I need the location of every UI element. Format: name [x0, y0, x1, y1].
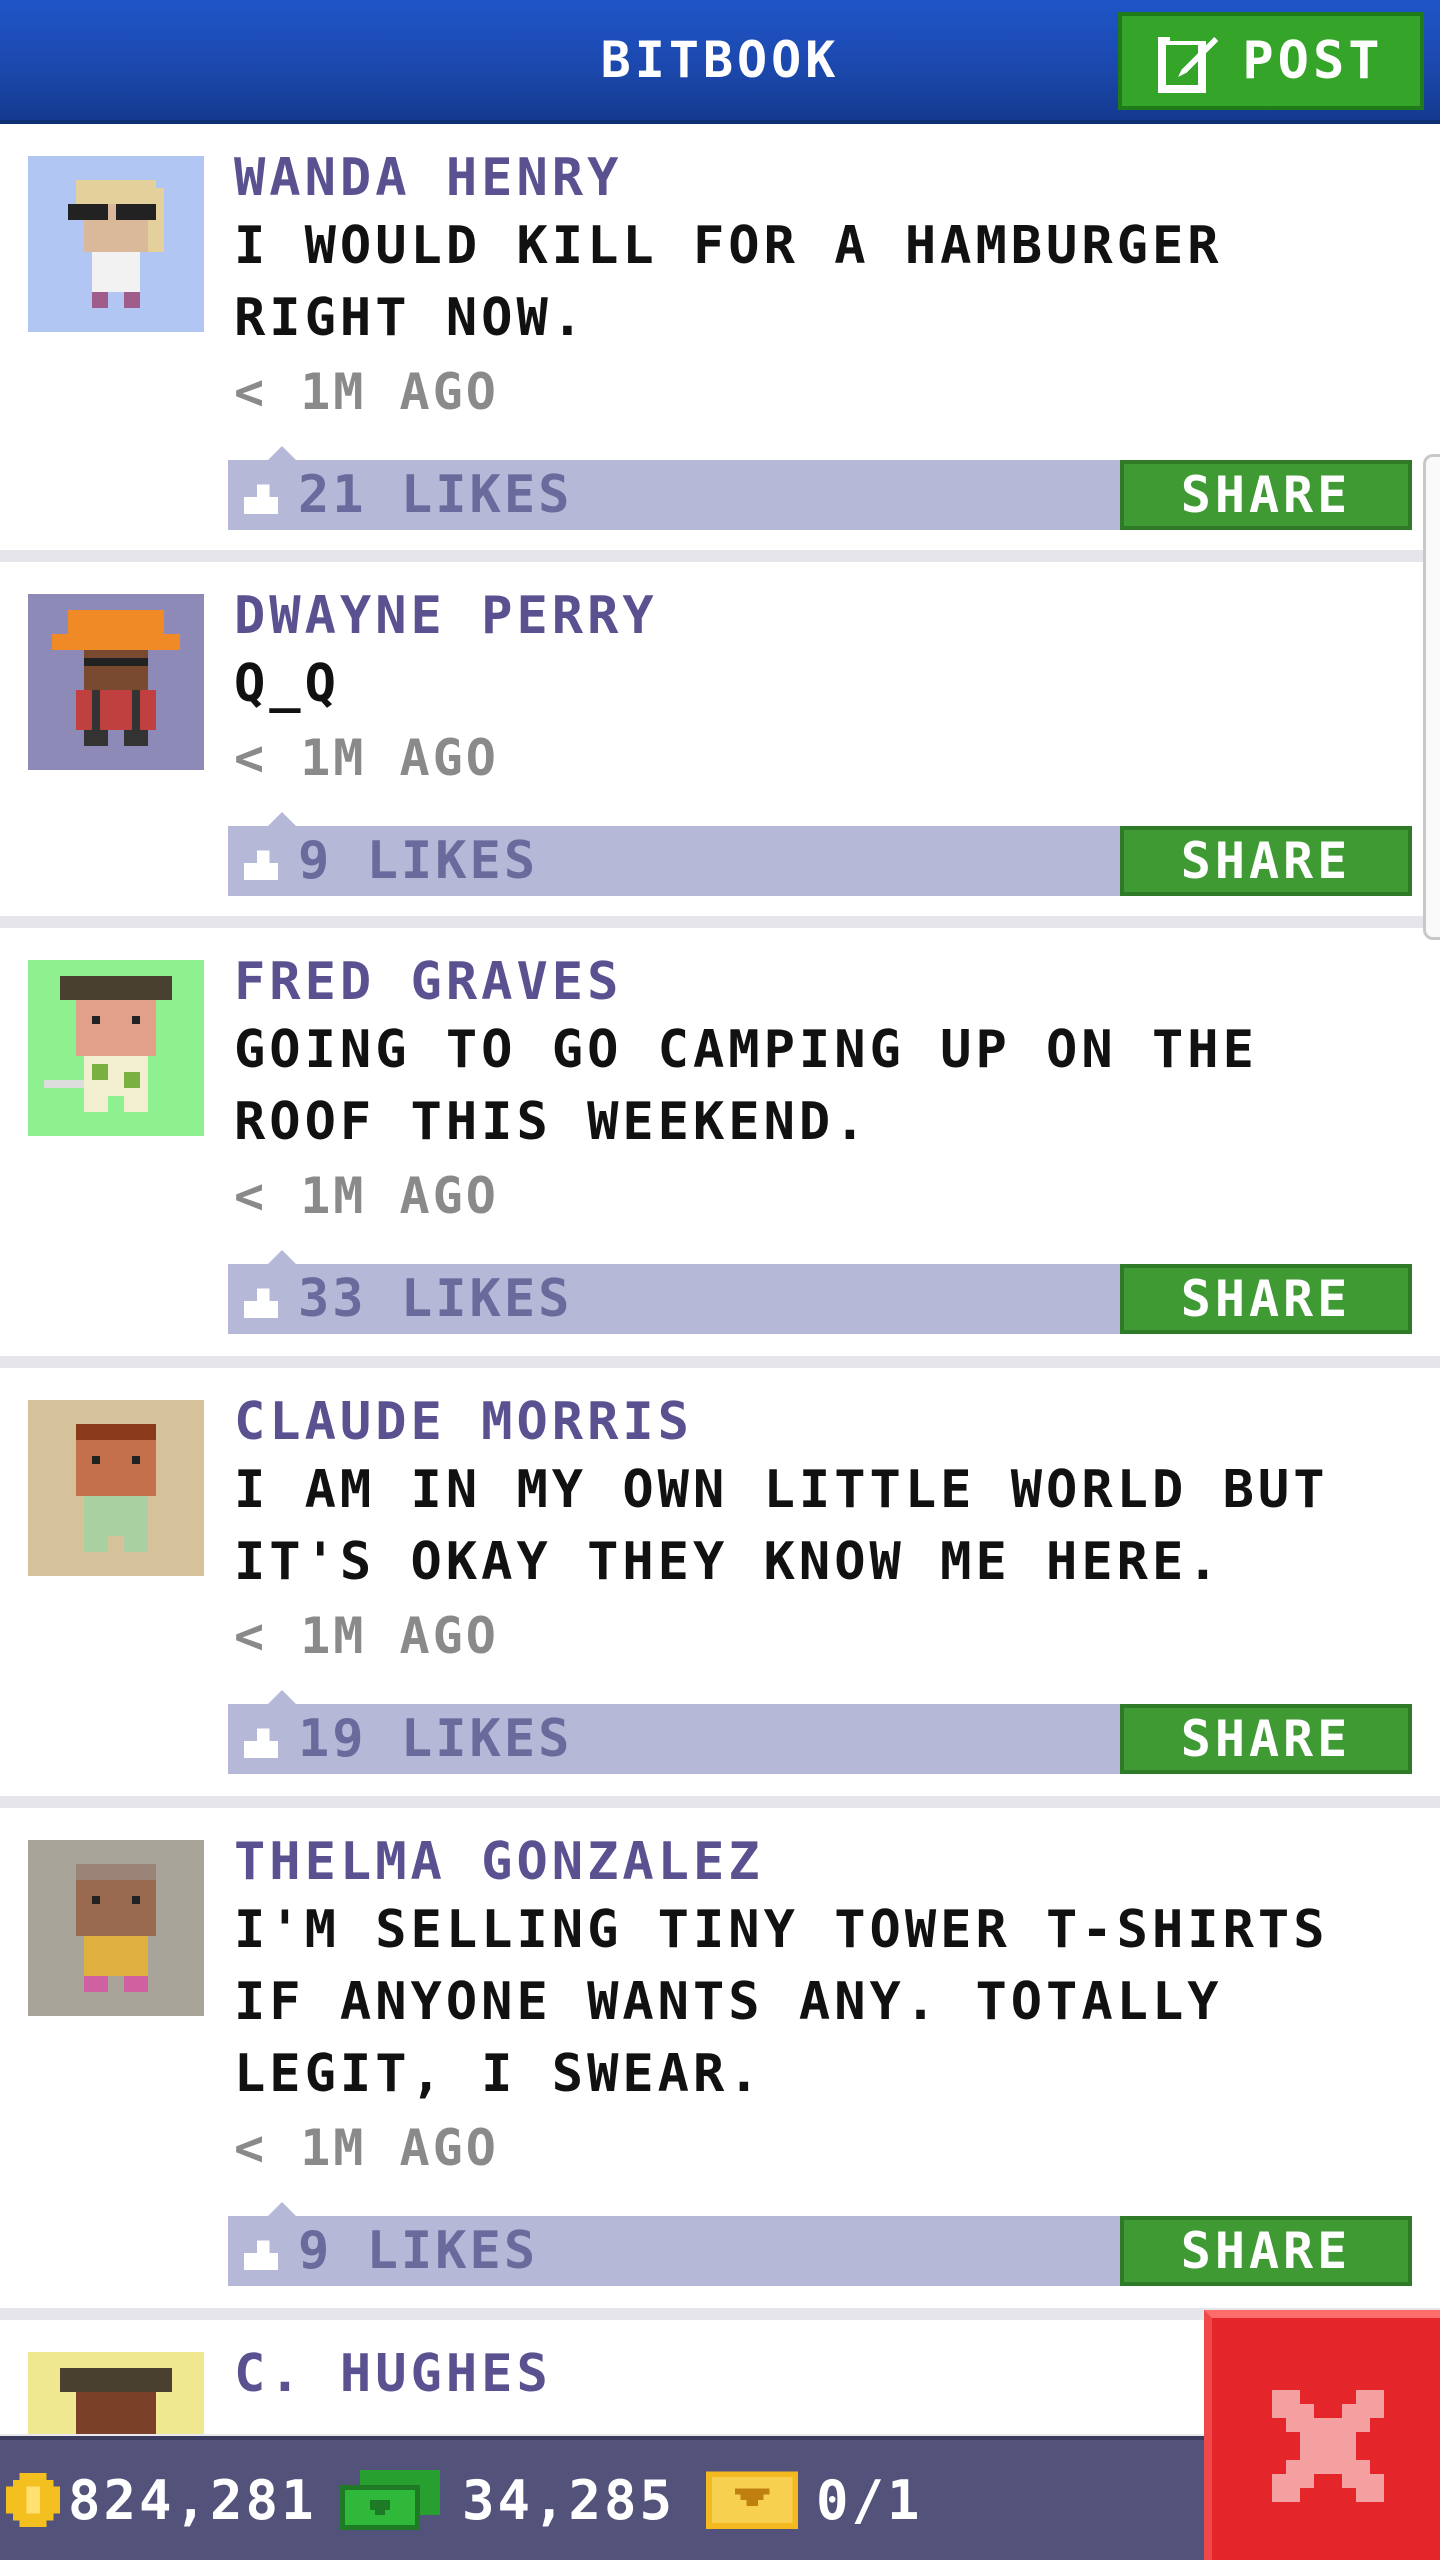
like-bar: 33 LIKES SHARE: [228, 1250, 1412, 1334]
post-button-label: POST: [1242, 31, 1384, 91]
post-message: I WOULD KILL FOR A HAMBURGER RIGHT NOW.: [234, 216, 1223, 348]
avatar: [28, 156, 204, 332]
like-count: 9 LIKES: [298, 2221, 539, 2281]
post-message: Q_Q: [234, 654, 340, 714]
like-bar: 9 LIKES SHARE: [228, 812, 1412, 896]
post-author: THELMA GONZALEZ: [234, 1832, 764, 1892]
post-author: DWAYNE PERRY: [234, 586, 658, 646]
bux-count: 34,285: [462, 2468, 676, 2532]
ticket-balance: 0/1: [706, 2440, 923, 2560]
thumb-up-icon[interactable]: [244, 480, 278, 514]
post-time: < 1M AGO: [234, 1167, 499, 1225]
like-count: 9 LIKES: [298, 831, 539, 891]
vip-ticket-icon: [706, 2471, 798, 2529]
like-bar: 19 LIKES SHARE: [228, 1690, 1412, 1774]
close-button[interactable]: [1204, 2310, 1440, 2560]
thumb-up-icon[interactable]: [244, 846, 278, 880]
share-button[interactable]: SHARE: [1120, 1704, 1412, 1774]
feed-post: DWAYNE PERRY Q_Q < 1M AGO 9 LIKES SHARE: [0, 562, 1440, 928]
feed-post: THELMA GONZALEZ I'M SELLING TINY TOWER T…: [0, 1808, 1440, 2320]
like-count: 33 LIKES: [298, 1269, 573, 1329]
post-time: < 1M AGO: [234, 729, 499, 787]
feed-list[interactable]: WANDA HENRY I WOULD KILL FOR A HAMBURGER…: [0, 124, 1440, 2434]
edit-icon: [1158, 33, 1219, 93]
share-button[interactable]: SHARE: [1120, 2216, 1412, 2286]
post-author: FRED GRAVES: [234, 952, 623, 1012]
ticket-count: 0/1: [816, 2468, 923, 2532]
avatar: [28, 1840, 204, 2016]
avatar: [28, 1400, 204, 1576]
post-message: I'M SELLING TINY TOWER T-SHIRTS IF ANYON…: [234, 1900, 1329, 2104]
feed-post: WANDA HENRY I WOULD KILL FOR A HAMBURGER…: [0, 124, 1440, 562]
post-message: GOING TO GO CAMPING UP ON THE ROOF THIS …: [234, 1020, 1258, 1152]
like-count: 21 LIKES: [298, 465, 573, 525]
thumb-up-icon[interactable]: [244, 1284, 278, 1318]
feed-post: FRED GRAVES GOING TO GO CAMPING UP ON TH…: [0, 928, 1440, 1368]
post-time: < 1M AGO: [234, 2119, 499, 2177]
bux-icon: [340, 2470, 440, 2530]
share-button[interactable]: SHARE: [1120, 826, 1412, 896]
bux-balance: 34,285: [340, 2440, 675, 2560]
like-count: 19 LIKES: [298, 1709, 573, 1769]
share-button[interactable]: SHARE: [1120, 460, 1412, 530]
thumb-up-icon[interactable]: [244, 2236, 278, 2270]
like-bar: 21 LIKES SHARE: [228, 446, 1412, 530]
share-button[interactable]: SHARE: [1120, 1264, 1412, 1334]
post-author: WANDA HENRY: [234, 148, 623, 208]
avatar: [28, 2352, 204, 2434]
coin-balance: 824,281: [6, 2440, 317, 2560]
scroll-indicator[interactable]: [1423, 454, 1440, 940]
post-button[interactable]: POST: [1118, 12, 1424, 110]
post-message: I AM IN MY OWN LITTLE WORLD BUT IT'S OKA…: [234, 1460, 1329, 1592]
post-time: < 1M AGO: [234, 1607, 499, 1665]
close-icon: [1272, 2390, 1384, 2502]
avatar: [28, 960, 204, 1136]
coin-count: 824,281: [68, 2468, 317, 2532]
app-header: BITBOOK POST: [0, 0, 1440, 124]
thumb-up-icon[interactable]: [244, 1724, 278, 1758]
post-time: < 1M AGO: [234, 363, 499, 421]
post-author: C. HUGHES: [234, 2344, 552, 2404]
feed-post: CLAUDE MORRIS I AM IN MY OWN LITTLE WORL…: [0, 1368, 1440, 1808]
post-author: CLAUDE MORRIS: [234, 1392, 693, 1452]
coin-icon: [6, 2473, 60, 2527]
like-bar: 9 LIKES SHARE: [228, 2202, 1412, 2286]
avatar: [28, 594, 204, 770]
